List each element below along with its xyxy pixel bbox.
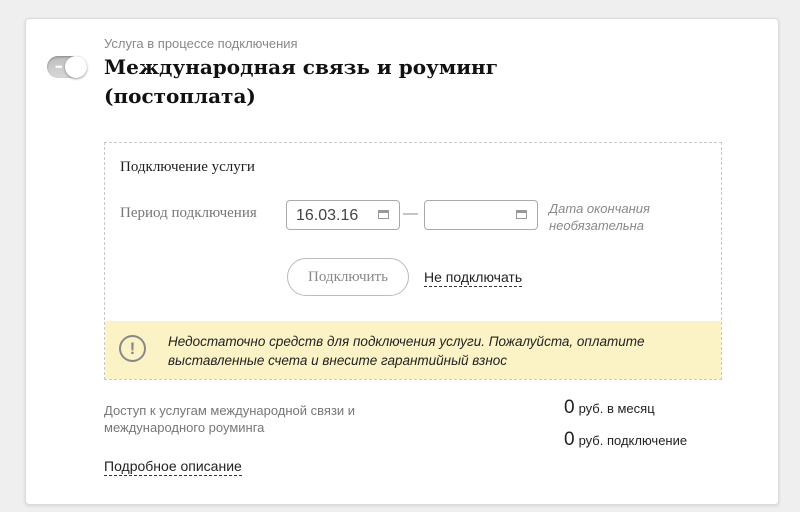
toggle-knob	[65, 56, 87, 78]
period-label: Период подключения	[120, 205, 257, 221]
connect-button[interactable]: Подключить	[287, 258, 409, 296]
cancel-link[interactable]: Не подключать	[424, 269, 523, 287]
dots-icon: •••	[55, 62, 63, 72]
connect-heading: Подключение услуги	[120, 159, 255, 175]
connection-label: руб. подключение	[578, 433, 688, 448]
calendar-icon[interactable]	[516, 210, 527, 219]
connection-amount: 0	[564, 429, 575, 450]
service-description: Доступ к услугам международной связи и м…	[104, 403, 356, 435]
end-date-hint: Дата окончания необязательна	[549, 201, 650, 233]
service-toggle[interactable]: •••	[47, 56, 87, 78]
end-date-input[interactable]	[424, 200, 538, 230]
monthly-price: 0 руб. в месяц	[564, 397, 655, 419]
warning-text: Недостаточно средств для подключения усл…	[168, 334, 645, 368]
calendar-icon[interactable]	[378, 210, 389, 219]
service-title: Международная связь и роуминг (постоплат…	[104, 55, 498, 108]
connection-price: 0 руб. подключение	[564, 429, 687, 451]
start-date-value: 16.03.16	[296, 207, 359, 224]
monthly-label: руб. в месяц	[578, 401, 655, 416]
connect-panel: Подключение услуги Период подключения 16…	[104, 142, 722, 380]
service-card: ••• Услуга в процессе подключения Междун…	[25, 18, 779, 505]
more-details-link[interactable]: Подробное описание	[104, 458, 242, 476]
service-status: Услуга в процессе подключения	[104, 36, 298, 51]
monthly-amount: 0	[564, 397, 575, 418]
date-separator: —	[403, 205, 418, 222]
warning-banner: ! Недостаточно средств для подключения у…	[105, 321, 721, 379]
start-date-input[interactable]: 16.03.16	[286, 200, 400, 230]
exclamation-circle-icon: !	[119, 335, 146, 362]
